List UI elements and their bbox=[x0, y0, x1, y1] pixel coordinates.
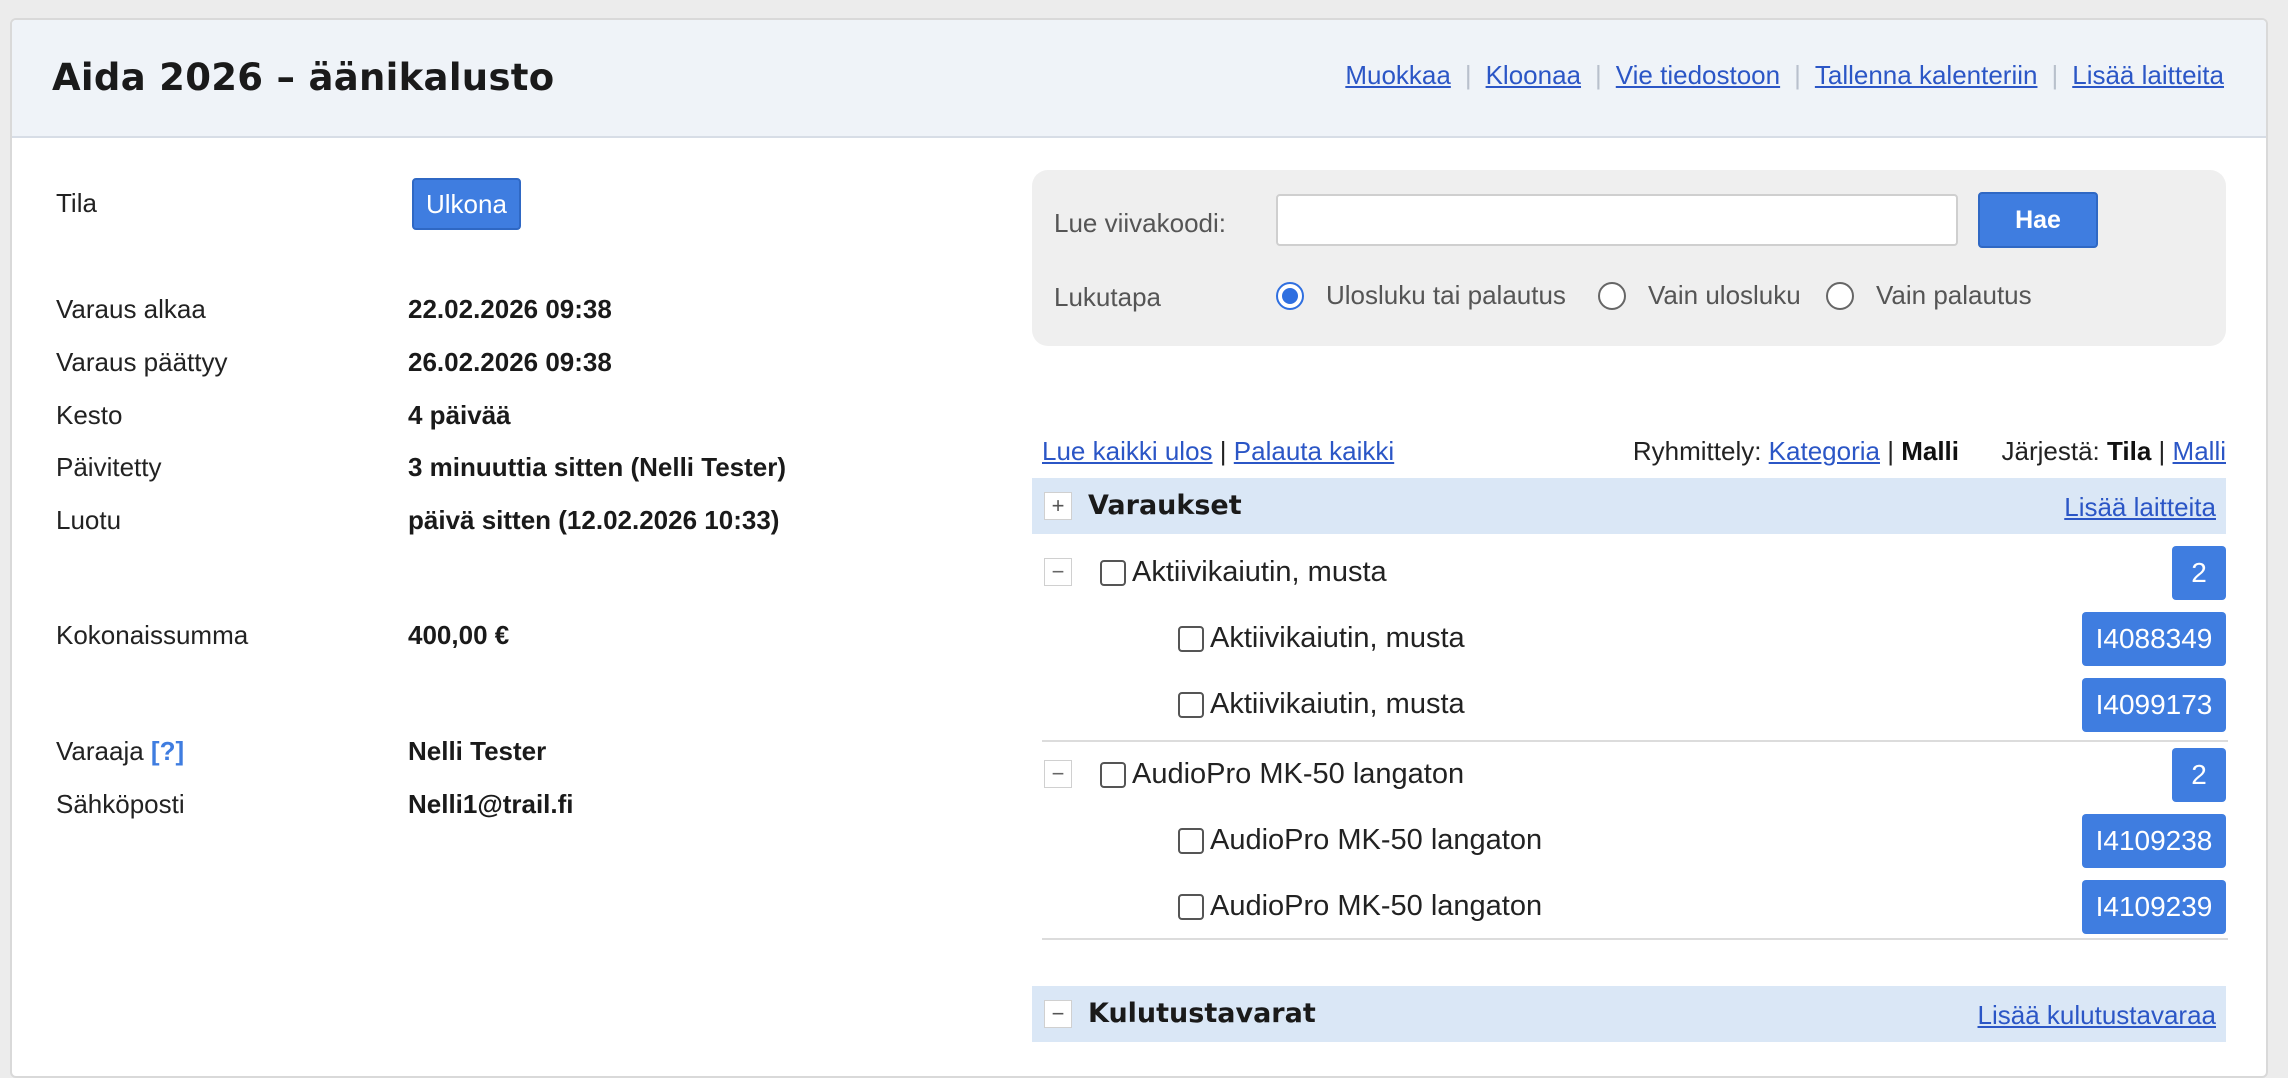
divider bbox=[1042, 938, 2228, 940]
updated-label: Päivitetty bbox=[56, 452, 162, 482]
mode-radio-return-only[interactable]: Vain palautus bbox=[1826, 280, 2032, 311]
radio-selected-icon[interactable] bbox=[1276, 281, 1304, 310]
bulk-actions: Lue kaikki ulos | Palauta kaikki bbox=[1042, 436, 1394, 467]
start-label: Varaus alkaa bbox=[56, 294, 206, 324]
booker-label-wrap: Varaaja [?] bbox=[56, 736, 184, 767]
add-consumable-link[interactable]: Lisää kulutustavaraa bbox=[1978, 1000, 2216, 1031]
divider bbox=[1042, 740, 2228, 742]
created-value: päivä sitten (12.02.2026 10:33) bbox=[408, 505, 780, 535]
clone-link[interactable]: Kloonaa bbox=[1486, 60, 1581, 91]
item-name: AudioPro MK-50 langaton bbox=[1210, 824, 1543, 856]
item-checkbox[interactable] bbox=[1178, 894, 1204, 920]
item-id-badge[interactable]: I4109238 bbox=[2082, 814, 2226, 868]
item-name: AudioPro MK-50 langaton bbox=[1210, 890, 1543, 922]
item-checkbox[interactable] bbox=[1178, 692, 1204, 718]
group-checkbox[interactable] bbox=[1100, 762, 1126, 788]
return-all-link[interactable]: Palauta kaikki bbox=[1234, 436, 1394, 466]
radio-icon[interactable] bbox=[1826, 281, 1854, 310]
separator: | bbox=[1794, 60, 1801, 90]
sort-model-link[interactable]: Malli bbox=[2173, 436, 2226, 466]
separator: | bbox=[1219, 436, 1227, 466]
status-label: Tila bbox=[56, 188, 97, 218]
duration-value: 4 päivää bbox=[408, 400, 511, 430]
group-checkbox[interactable] bbox=[1100, 560, 1126, 586]
read-mode-label: Lukutapa bbox=[1054, 282, 1161, 312]
separator: | bbox=[1464, 60, 1472, 90]
grouping-label: Ryhmittely: bbox=[1632, 436, 1762, 466]
header-actions: Muokkaa | Kloonaa | Vie tiedostoon | Tal… bbox=[1345, 60, 2224, 91]
checkout-all-link[interactable]: Lue kaikki ulos bbox=[1042, 436, 1213, 466]
duration-label: Kesto bbox=[56, 400, 123, 430]
status-badge: Ulkona bbox=[412, 178, 521, 230]
email-value: Nelli1@trail.fi bbox=[408, 789, 574, 819]
export-link[interactable]: Vie tiedostoon bbox=[1616, 60, 1780, 91]
edit-link[interactable]: Muokkaa bbox=[1345, 60, 1451, 91]
sort-label: Järjestä: bbox=[2001, 436, 2100, 466]
reservations-section-header: + Varaukset Lisää laitteita bbox=[1032, 478, 2226, 534]
radio-label: Ulosluku tai palautus bbox=[1326, 280, 1566, 310]
count-badge: 2 bbox=[2172, 546, 2226, 600]
consumables-title: Kulutustavarat bbox=[1088, 998, 1316, 1029]
updated-value: 3 minuuttia sitten (Nelli Tester) bbox=[408, 452, 787, 482]
search-button[interactable]: Hae bbox=[1978, 192, 2098, 248]
end-value: 26.02.2026 09:38 bbox=[408, 347, 612, 377]
group-name: Aktiivikaiutin, musta bbox=[1132, 556, 1387, 588]
mode-radio-checkout-only[interactable]: Vain ulosluku bbox=[1598, 280, 1801, 311]
group-row: − AudioPro MK-50 langaton 2 bbox=[1032, 744, 2226, 804]
item-row: Aktiivikaiutin, musta I4099173 bbox=[1032, 674, 2226, 734]
page-header: Aida 2026 – äänikalusto Muokkaa | Kloona… bbox=[12, 20, 2266, 138]
grouping-model-active: Malli bbox=[1901, 436, 1960, 466]
separator: | bbox=[1595, 60, 1602, 90]
created-label: Luotu bbox=[56, 505, 122, 535]
add-equipment-link[interactable]: Lisää laitteita bbox=[2064, 492, 2216, 523]
separator: | bbox=[1887, 436, 1894, 466]
barcode-panel: Lue viivakoodi: Hae Lukutapa Ulosluku ta… bbox=[1032, 170, 2226, 346]
collapse-icon[interactable]: − bbox=[1044, 760, 1072, 788]
item-id-badge[interactable]: I4109239 bbox=[2082, 880, 2226, 934]
radio-icon[interactable] bbox=[1598, 281, 1626, 310]
radio-label: Vain palautus bbox=[1876, 280, 2032, 310]
item-row: AudioPro MK-50 langaton I4109239 bbox=[1032, 876, 2226, 936]
collapse-icon[interactable]: − bbox=[1044, 558, 1072, 586]
radio-label: Vain ulosluku bbox=[1648, 280, 1801, 310]
group-name: AudioPro MK-50 langaton bbox=[1132, 758, 1465, 790]
expand-icon[interactable]: + bbox=[1044, 492, 1072, 520]
email-label: Sähköposti bbox=[56, 789, 185, 819]
barcode-input[interactable] bbox=[1276, 194, 1958, 246]
consumables-section-header: − Kulutustavarat Lisää kulutustavaraa bbox=[1032, 986, 2226, 1042]
item-name: Aktiivikaiutin, musta bbox=[1210, 622, 1465, 654]
help-link[interactable]: [?] bbox=[151, 736, 184, 766]
item-row: Aktiivikaiutin, musta I4088349 bbox=[1032, 608, 2226, 668]
item-checkbox[interactable] bbox=[1178, 828, 1204, 854]
item-row: AudioPro MK-50 langaton I4109238 bbox=[1032, 810, 2226, 870]
group-row: − Aktiivikaiutin, musta 2 bbox=[1032, 542, 2226, 602]
booker-label: Varaaja bbox=[56, 736, 144, 766]
save-to-calendar-link[interactable]: Tallenna kalenteriin bbox=[1815, 60, 2038, 91]
separator: | bbox=[2158, 436, 2166, 466]
item-id-badge[interactable]: I4088349 bbox=[2082, 612, 2226, 666]
booker-value: Nelli Tester bbox=[408, 736, 547, 766]
reservations-title: Varaukset bbox=[1088, 490, 1242, 521]
mode-radio-checkout-or-return[interactable]: Ulosluku tai palautus bbox=[1276, 280, 1566, 311]
total-value: 400,00 € bbox=[408, 620, 510, 650]
start-value: 22.02.2026 09:38 bbox=[408, 294, 612, 324]
item-checkbox[interactable] bbox=[1178, 626, 1204, 652]
grouping-sorting: Ryhmittely: Kategoria | Malli Järjestä: … bbox=[1633, 436, 2226, 467]
collapse-icon[interactable]: − bbox=[1044, 1000, 1072, 1028]
reservation-panel: Aida 2026 – äänikalusto Muokkaa | Kloona… bbox=[10, 18, 2268, 1078]
total-label: Kokonaissumma bbox=[56, 620, 249, 650]
grouping-category-link[interactable]: Kategoria bbox=[1769, 436, 1880, 466]
separator: | bbox=[2051, 60, 2059, 90]
count-badge: 2 bbox=[2172, 748, 2226, 802]
end-label: Varaus päättyy bbox=[56, 347, 228, 377]
item-id-badge[interactable]: I4099173 bbox=[2082, 678, 2226, 732]
list-toolbar: Lue kaikki ulos | Palauta kaikki Ryhmitt… bbox=[1042, 436, 2226, 476]
add-equipment-link[interactable]: Lisää laitteita bbox=[2072, 60, 2224, 91]
sort-status-active: Tila bbox=[2106, 436, 2152, 466]
page-title: Aida 2026 – äänikalusto bbox=[52, 56, 555, 99]
barcode-label: Lue viivakoodi: bbox=[1054, 208, 1226, 238]
item-name: Aktiivikaiutin, musta bbox=[1210, 688, 1465, 720]
